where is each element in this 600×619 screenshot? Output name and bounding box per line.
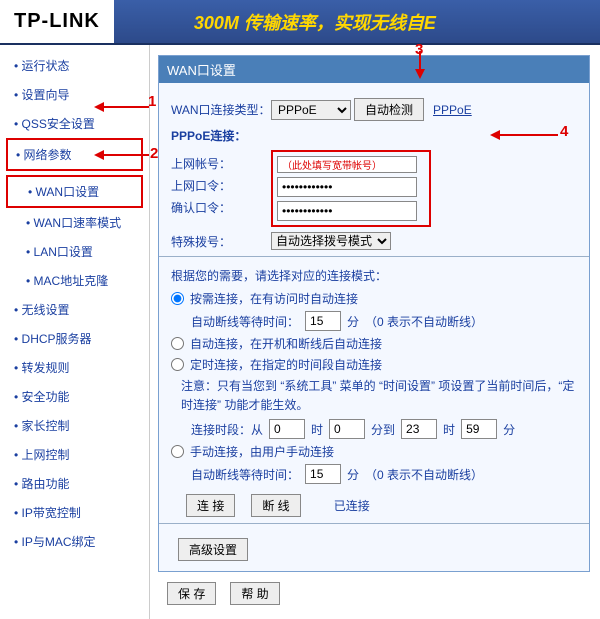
- idle2-label: 自动断线等待时间：: [191, 466, 299, 483]
- minute2-label: 分: [347, 466, 359, 483]
- auto-detect-button[interactable]: 自动检测: [354, 98, 424, 121]
- sidebar-item-lan[interactable]: LAN口设置: [6, 237, 143, 266]
- to-hour-label: 时: [443, 421, 455, 438]
- mode-manual-row[interactable]: 手动连接，由用户手动连接: [171, 443, 577, 460]
- sidebar-item-ipmac[interactable]: IP与MAC绑定: [6, 527, 143, 556]
- mode-on-demand-radio[interactable]: [171, 292, 184, 305]
- sidebar-item-bandwidth[interactable]: IP带宽控制: [6, 498, 143, 527]
- mode-auto-label: 自动连接，在开机和断线后自动连接: [190, 335, 382, 352]
- timed-note: 注意：只有当您到 “系统工具” 菜单的 “时间设置” 项设置了当前时间后，“定时…: [181, 377, 577, 415]
- special-dial-label: 特殊拨号：: [171, 233, 271, 250]
- confirm-label: 确认口令：: [171, 199, 271, 216]
- idle2-note: （0 表示不自动断线）: [365, 466, 483, 483]
- min-to-label: 分到: [371, 421, 395, 438]
- period-label: 连接时段：从: [191, 421, 263, 438]
- account-input[interactable]: [277, 156, 417, 173]
- conn-type-label: WAN口连接类型：: [171, 101, 271, 118]
- pppoe-link[interactable]: PPPoE: [433, 103, 472, 117]
- conn-type-select[interactable]: PPPoE: [271, 100, 351, 120]
- to-hour-input[interactable]: [401, 419, 437, 439]
- sidebar-item-security[interactable]: 安全功能: [6, 382, 143, 411]
- disconnect-button[interactable]: 断 线: [251, 494, 300, 517]
- mode-on-demand-label: 按需连接，在有访问时自动连接: [190, 290, 358, 307]
- mode-timed-label: 定时连接，在指定的时间段自动连接: [190, 356, 382, 373]
- sidebar-item-mac[interactable]: MAC地址克隆: [6, 266, 143, 295]
- sidebar-item-qss[interactable]: QSS安全设置: [6, 109, 143, 138]
- app-header: TP-LINK 300M 传输速率，实现无线自E: [0, 0, 600, 45]
- mode-manual-radio[interactable]: [171, 445, 184, 458]
- hour-label: 时: [311, 421, 323, 438]
- from-hour-input[interactable]: [269, 419, 305, 439]
- sidebar-item-wan[interactable]: WAN口设置: [6, 175, 143, 208]
- separator2: [159, 523, 589, 524]
- slogan: 300M 传输速率，实现无线自E: [194, 9, 436, 35]
- mode-auto-row[interactable]: 自动连接，在开机和断线后自动连接: [171, 335, 577, 352]
- advanced-button[interactable]: 高级设置: [178, 538, 248, 561]
- logo: TP-LINK: [0, 0, 114, 43]
- sidebar-item-network[interactable]: 网络参数: [6, 138, 143, 171]
- help-button[interactable]: 帮 助: [230, 582, 279, 605]
- sidebar-item-routing[interactable]: 路由功能: [6, 469, 143, 498]
- account-label: 上网帐号：: [171, 155, 271, 172]
- idle2-input[interactable]: [305, 464, 341, 484]
- sidebar-item-status[interactable]: 运行状态: [6, 51, 143, 80]
- connection-status: 已连接: [334, 497, 370, 514]
- separator: [159, 256, 589, 257]
- sidebar-item-access[interactable]: 上网控制: [6, 440, 143, 469]
- sidebar-item-wizard[interactable]: 设置向导: [6, 80, 143, 109]
- mode-auto-radio[interactable]: [171, 337, 184, 350]
- minute-label: 分: [347, 313, 359, 330]
- special-dial-select[interactable]: 自动选择拨号模式: [271, 232, 391, 250]
- main-content: 1 2 3 4 WAN口设置 WAN口连接类型： PPPoE 自动检测 PPPo…: [150, 45, 600, 619]
- to-min-input[interactable]: [461, 419, 497, 439]
- idle-label: 自动断线等待时间：: [191, 313, 299, 330]
- panel-title: WAN口设置: [159, 56, 589, 83]
- annotation-1: 1: [148, 93, 156, 110]
- save-button[interactable]: 保 存: [167, 582, 216, 605]
- mode-on-demand-row[interactable]: 按需连接，在有访问时自动连接: [171, 290, 577, 307]
- mode-timed-row[interactable]: 定时连接，在指定的时间段自动连接: [171, 356, 577, 373]
- sidebar-item-parent[interactable]: 家长控制: [6, 411, 143, 440]
- sidebar-item-wan-rate[interactable]: WAN口速率模式: [6, 208, 143, 237]
- to-min-label: 分: [503, 421, 515, 438]
- wan-panel: WAN口设置 WAN口连接类型： PPPoE 自动检测 PPPoE PPPoE连…: [158, 55, 590, 572]
- connect-button[interactable]: 连 接: [186, 494, 235, 517]
- pppoe-subtitle: PPPoE连接：: [171, 127, 577, 144]
- mode-timed-radio[interactable]: [171, 358, 184, 371]
- sidebar: 运行状态 设置向导 QSS安全设置 网络参数 WAN口设置 WAN口速率模式 L…: [0, 45, 150, 619]
- idle-input[interactable]: [305, 311, 341, 331]
- sidebar-item-dhcp[interactable]: DHCP服务器: [6, 324, 143, 353]
- password-input[interactable]: [277, 177, 417, 197]
- from-min-input[interactable]: [329, 419, 365, 439]
- credentials-box: [271, 150, 431, 227]
- idle-note: （0 表示不自动断线）: [365, 313, 483, 330]
- mode-manual-label: 手动连接，由用户手动连接: [190, 443, 334, 460]
- confirm-input[interactable]: [277, 201, 417, 221]
- password-label: 上网口令：: [171, 177, 271, 194]
- mode-hint: 根据您的需要，请选择对应的连接模式：: [171, 267, 577, 284]
- sidebar-item-forward[interactable]: 转发规则: [6, 353, 143, 382]
- sidebar-item-wireless[interactable]: 无线设置: [6, 295, 143, 324]
